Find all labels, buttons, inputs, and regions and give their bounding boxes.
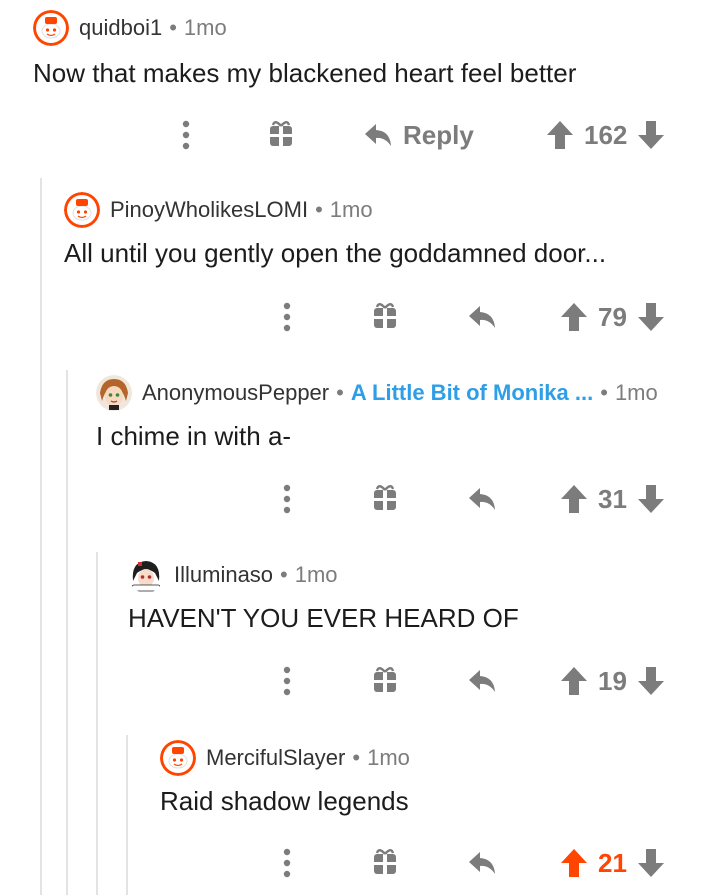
- award-button[interactable]: [372, 661, 398, 701]
- vote-controls: 19: [560, 661, 665, 701]
- more-options-button[interactable]: [173, 115, 199, 155]
- username[interactable]: quidboi1: [79, 15, 162, 41]
- comment-meta: PinoyWholikesLOMI • 1mo: [64, 192, 373, 228]
- vote-score: 162: [584, 119, 628, 150]
- reply-arrow-icon: [469, 488, 495, 510]
- comment-time: 1mo: [329, 197, 373, 222]
- comment-body: Raid shadow legends: [160, 786, 409, 816]
- award-gift-icon: [374, 303, 396, 328]
- comment-actions: 31: [96, 479, 696, 519]
- award-gift-icon: [374, 849, 396, 874]
- comment: PinoyWholikesLOMI • 1mo All until you ge…: [64, 192, 720, 342]
- more-dots-icon: [283, 302, 291, 332]
- comment-time: 1mo: [183, 15, 227, 40]
- thread-line[interactable]: [66, 370, 68, 895]
- comment: AnonymousPepper • A Little Bit of Monika…: [96, 375, 720, 525]
- more-dots-icon: [182, 120, 190, 150]
- downvote-arrow-icon[interactable]: [637, 297, 665, 337]
- vote-controls: 21: [560, 843, 665, 883]
- meta-separator: •: [280, 562, 288, 587]
- snoo-avatar[interactable]: [33, 10, 69, 46]
- comment-body: All until you gently open the goddamned …: [64, 238, 607, 268]
- thread-line[interactable]: [40, 178, 42, 895]
- comment-time: 1mo: [367, 745, 410, 770]
- vote-controls: 162: [546, 115, 665, 155]
- vote-score: 19: [598, 665, 627, 696]
- thread-line[interactable]: [126, 735, 128, 895]
- vote-score: 79: [598, 301, 627, 332]
- meta-separator: •: [352, 745, 361, 770]
- more-dots-icon: [283, 484, 291, 514]
- upvote-arrow-icon[interactable]: [560, 479, 588, 519]
- comment: quidboi1 • 1mo Now that makes my blacken…: [33, 10, 720, 160]
- reply-arrow-icon: [469, 670, 495, 692]
- username[interactable]: PinoyWholikesLOMI: [110, 197, 308, 223]
- anime-avatar[interactable]: [128, 557, 164, 593]
- upvote-arrow-icon[interactable]: [560, 843, 588, 883]
- award-gift-icon: [270, 121, 292, 146]
- username[interactable]: Illuminaso: [174, 562, 273, 588]
- comment-actions: 19: [128, 661, 698, 701]
- reply-arrow-icon: [469, 852, 495, 874]
- upvote-arrow-icon[interactable]: [546, 115, 574, 155]
- comment: MercifulSlayer • 1mo Raid shadow legends…: [160, 740, 720, 890]
- vote-controls: 79: [560, 297, 665, 337]
- comment-actions: 79: [64, 297, 694, 337]
- downvote-arrow-icon[interactable]: [637, 479, 665, 519]
- reply-button[interactable]: Reply: [363, 115, 474, 155]
- comment-meta: Illuminaso • 1mo: [128, 557, 338, 593]
- comment-time: 1mo: [294, 562, 338, 587]
- comment-body: HAVEN'T YOU EVER HEARD OF: [128, 603, 519, 633]
- comment-actions: Reply 162: [33, 115, 693, 155]
- award-button[interactable]: [372, 297, 398, 337]
- username[interactable]: MercifulSlayer: [206, 745, 345, 771]
- vote-score: 31: [598, 483, 627, 514]
- award-gift-icon: [374, 667, 396, 692]
- more-options-button[interactable]: [274, 297, 300, 337]
- more-dots-icon: [283, 848, 291, 878]
- upvote-arrow-icon[interactable]: [560, 297, 588, 337]
- comment-actions: 21: [160, 843, 700, 883]
- comment-body: I chime in with a-: [96, 421, 292, 451]
- thread-line[interactable]: [96, 552, 98, 895]
- reply-label: Reply: [403, 119, 474, 150]
- meta-separator: •: [336, 380, 344, 405]
- award-gift-icon: [374, 485, 396, 510]
- award-button[interactable]: [268, 115, 294, 155]
- reply-arrow-icon: [365, 124, 391, 146]
- more-dots-icon: [283, 666, 291, 696]
- comment-body: Now that makes my blackened heart feel b…: [33, 58, 577, 88]
- more-options-button[interactable]: [274, 479, 300, 519]
- comment-meta: MercifulSlayer • 1mo: [160, 740, 410, 776]
- username[interactable]: AnonymousPepper: [142, 380, 329, 406]
- vote-controls: 31: [560, 479, 665, 519]
- meta-separator: •: [315, 197, 323, 222]
- reply-button[interactable]: [467, 297, 497, 337]
- upvote-arrow-icon[interactable]: [560, 661, 588, 701]
- comment-meta: quidboi1 • 1mo: [33, 10, 227, 46]
- user-flair: A Little Bit of Monika ...: [350, 380, 594, 405]
- comment: Illuminaso • 1mo HAVEN'T YOU EVER HEARD …: [128, 557, 720, 707]
- vote-score: 21: [598, 847, 627, 878]
- more-options-button[interactable]: [274, 843, 300, 883]
- award-button[interactable]: [372, 843, 398, 883]
- meta-separator: •: [600, 380, 608, 405]
- comment-meta: AnonymousPepper • A Little Bit of Monika…: [96, 375, 658, 411]
- award-button[interactable]: [372, 479, 398, 519]
- downvote-arrow-icon[interactable]: [637, 843, 665, 883]
- snoo-avatar[interactable]: [160, 740, 196, 776]
- reply-button[interactable]: [467, 843, 497, 883]
- anime-avatar[interactable]: [96, 375, 132, 411]
- more-options-button[interactable]: [274, 661, 300, 701]
- meta-separator: •: [169, 15, 177, 40]
- reply-button[interactable]: [467, 661, 497, 701]
- snoo-avatar[interactable]: [64, 192, 100, 228]
- comment-time: 1mo: [614, 380, 658, 405]
- downvote-arrow-icon[interactable]: [637, 115, 665, 155]
- reply-button[interactable]: [467, 479, 497, 519]
- reply-arrow-icon: [469, 306, 495, 328]
- downvote-arrow-icon[interactable]: [637, 661, 665, 701]
